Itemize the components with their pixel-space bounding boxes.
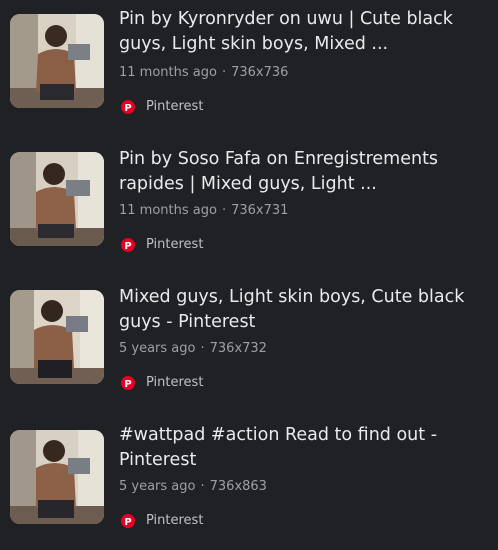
svg-text:P: P — [124, 103, 131, 114]
result-title-line: #wattpad #action Read to find out - — [119, 425, 438, 445]
thumbnail-image — [10, 152, 104, 246]
result-title[interactable]: Pin by Kyronryder on uwu | Cute black gu… — [119, 7, 484, 57]
result-title-line: Pin by Soso Fafa on Enregistrements — [119, 149, 439, 169]
result-item[interactable]: Mixed guys, Light skin boys, Cute black … — [0, 276, 498, 401]
meta-separator: · — [221, 65, 227, 80]
result-meta: 5 years ago · 736x732 — [119, 340, 267, 358]
source-label: Pinterest — [146, 237, 204, 252]
result-title-line: guys, Light skin boys, Mixed ... — [119, 34, 389, 54]
result-title-line: Pinterest — [119, 450, 197, 470]
meta-separator: · — [221, 203, 227, 218]
result-age: 11 months ago — [119, 65, 217, 80]
thumbnail-image — [10, 430, 104, 524]
pinterest-icon: P — [121, 376, 135, 390]
result-dimensions: 736x732 — [209, 341, 267, 356]
result-title-line: Pin by Kyronryder on uwu | Cute black — [119, 9, 453, 29]
svg-text:P: P — [124, 517, 131, 528]
result-item[interactable]: Pin by Soso Fafa on Enregistrements rapi… — [0, 138, 498, 263]
meta-separator: · — [200, 341, 205, 356]
result-age: 5 years ago — [119, 479, 196, 494]
result-thumbnail[interactable] — [10, 14, 104, 108]
result-title[interactable]: #wattpad #action Read to find out - Pint… — [119, 423, 484, 473]
result-title-line: rapides | Mixed guys, Light ... — [119, 174, 377, 194]
result-dimensions: 736x731 — [231, 203, 289, 218]
pinterest-icon: P — [121, 238, 135, 252]
source-label: Pinterest — [146, 99, 204, 114]
result-title[interactable]: Mixed guys, Light skin boys, Cute black … — [119, 285, 484, 335]
result-thumbnail[interactable] — [10, 430, 104, 524]
result-meta: 5 years ago · 736x863 — [119, 478, 267, 496]
pinterest-icon: P — [121, 514, 135, 528]
source-label: Pinterest — [146, 513, 204, 528]
source-label: Pinterest — [146, 375, 204, 390]
thumbnail-image — [10, 14, 104, 108]
result-dimensions: 736x736 — [231, 65, 289, 80]
result-title-line: Mixed guys, Light skin boys, Cute black — [119, 287, 465, 307]
result-title[interactable]: Pin by Soso Fafa on Enregistrements rapi… — [119, 147, 484, 197]
result-meta: 11 months ago · 736x731 — [119, 202, 288, 220]
svg-text:P: P — [124, 241, 131, 252]
result-meta: 11 months ago · 736x736 — [119, 64, 288, 82]
result-title-line: guys - Pinterest — [119, 312, 256, 332]
result-age: 11 months ago — [119, 203, 217, 218]
pinterest-icon: P — [121, 100, 135, 114]
result-age: 5 years ago — [119, 341, 196, 356]
image-results-list: Pin by Kyronryder on uwu | Cute black gu… — [0, 0, 498, 550]
svg-text:P: P — [124, 379, 131, 390]
result-item[interactable]: #wattpad #action Read to find out - Pint… — [0, 414, 498, 539]
thumbnail-image — [10, 290, 104, 384]
result-item[interactable]: Pin by Kyronryder on uwu | Cute black gu… — [0, 0, 498, 125]
meta-separator: · — [200, 479, 205, 494]
result-dimensions: 736x863 — [209, 479, 267, 494]
result-thumbnail[interactable] — [10, 152, 104, 246]
result-thumbnail[interactable] — [10, 290, 104, 384]
